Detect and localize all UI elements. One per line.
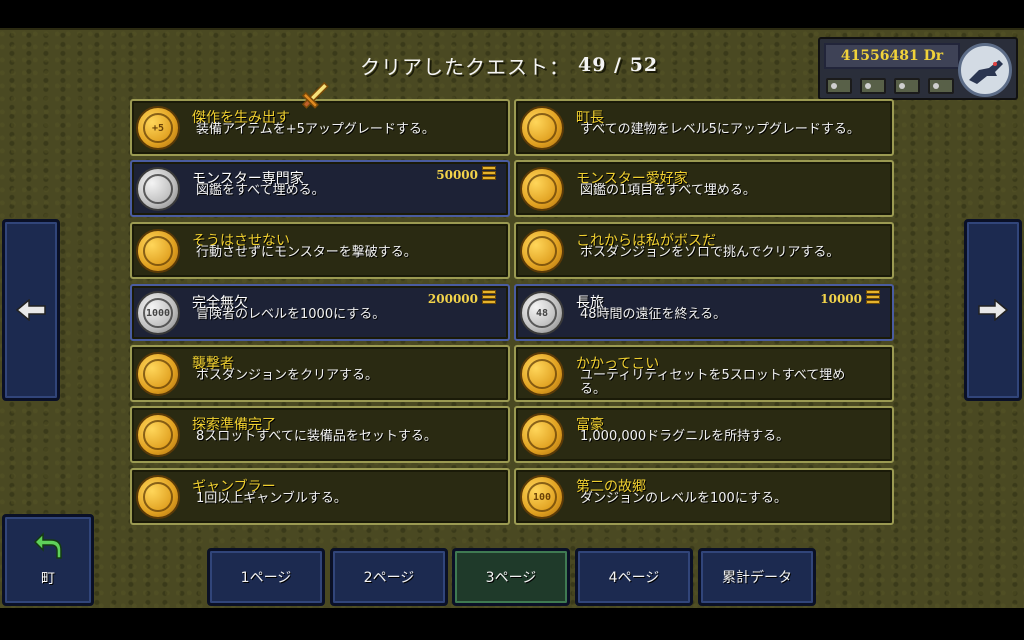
- arrow-left-icon: [15, 299, 46, 321]
- medal-label: [527, 420, 557, 450]
- medal-icon: [520, 229, 564, 273]
- quest-description: 8スロットすべてに装備品をセットする。: [196, 429, 437, 444]
- quest-card[interactable]: 探索準備完了 8スロットすべてに装備品をセットする。: [130, 406, 510, 463]
- gauge-icon: [928, 78, 954, 94]
- quest-description: 1回以上ギャンブルする。: [196, 491, 347, 506]
- money-gauges: [826, 75, 962, 97]
- tab-page-1[interactable]: 1ページ: [207, 548, 325, 606]
- medal-icon: [520, 106, 564, 150]
- quest-card[interactable]: 1000 完全無欠 冒険者のレベルを1000にする。 200000: [130, 284, 510, 341]
- tab-page-4[interactable]: 4ページ: [575, 548, 693, 606]
- medal-icon: [136, 229, 180, 273]
- money-display: 41556481 Dr: [818, 37, 1018, 100]
- medal-label: [143, 482, 173, 512]
- medal-label: [527, 113, 557, 143]
- town-button[interactable]: 町: [2, 514, 94, 606]
- tab-total-data[interactable]: 累計データ: [698, 548, 816, 606]
- quest-card[interactable]: モンスター専門家 図鑑をすべて埋める。 50000: [130, 160, 510, 217]
- quest-description: ボスダンジョンをソロで挑んでクリアする。: [580, 245, 840, 260]
- quest-description: ユーティリティセットを5スロットすべて埋める。: [580, 368, 846, 397]
- medal-label: [527, 236, 557, 266]
- medal-icon: [136, 167, 180, 211]
- quest-card[interactable]: これからは私がボスだ ボスダンジョンをソロで挑んでクリアする。: [514, 222, 894, 279]
- quest-card[interactable]: ギャンブラー 1回以上ギャンブルする。: [130, 468, 510, 525]
- money-amount: 41556481 Dr: [824, 43, 960, 69]
- medal-icon: [136, 475, 180, 519]
- tab-label: 累計データ: [722, 570, 792, 586]
- medal-icon: [136, 352, 180, 396]
- tab-page-2[interactable]: 2ページ: [330, 548, 448, 606]
- quest-card[interactable]: 48 長旅 48時間の遠征を終える。 10000: [514, 284, 894, 341]
- quest-card[interactable]: 富豪 1,000,000ドラグニルを所持する。: [514, 406, 894, 463]
- arrow-right-icon: [978, 299, 1009, 321]
- title-label: クリアしたクエスト：: [360, 54, 570, 79]
- quest-description: 図鑑をすべて埋める。: [196, 183, 325, 198]
- quest-description: 冒険者のレベルを1000にする。: [196, 307, 386, 322]
- tab-label: 4ページ: [608, 570, 660, 586]
- medal-icon: 1000: [136, 291, 180, 335]
- quest-card[interactable]: 襲撃者 ボスダンジョンをクリアする。: [130, 345, 510, 402]
- medal-icon: [136, 413, 180, 457]
- medal-icon: [520, 413, 564, 457]
- quest-description: 行動させずにモンスターを撃破する。: [196, 245, 417, 260]
- quest-description: すべての建物をレベル5にアップグレードする。: [580, 122, 860, 137]
- quest-description: 図鑑の1項目をすべて埋める。: [580, 183, 756, 198]
- medal-icon: +5: [136, 106, 180, 150]
- return-arrow-icon: [33, 532, 62, 559]
- tab-label: 3ページ: [485, 570, 537, 586]
- quest-card[interactable]: そうはさせない 行動させずにモンスターを撃破する。: [130, 222, 510, 279]
- medal-label: [527, 359, 557, 389]
- medal-label: 1000: [143, 298, 173, 328]
- quest-progress: 49 / 52: [578, 54, 659, 76]
- quest-reward: 10000: [820, 290, 880, 308]
- reward-amount: 10000: [820, 292, 862, 306]
- reward-amount: 50000: [436, 168, 478, 182]
- medal-label: [143, 420, 173, 450]
- reward-amount: 200000: [427, 292, 478, 306]
- quest-description: ボスダンジョンをクリアする。: [196, 368, 379, 383]
- gauge-icon: [894, 78, 920, 94]
- quest-description: 48時間の遠征を終える。: [580, 307, 727, 322]
- quest-card[interactable]: 町長 すべての建物をレベル5にアップグレードする。: [514, 99, 894, 156]
- medal-icon: [520, 352, 564, 396]
- quest-description: 装備アイテムを+5アップグレードする。: [196, 122, 435, 137]
- quest-description: 1,000,000ドラグニルを所持する。: [580, 429, 790, 444]
- medal-icon: 48: [520, 291, 564, 335]
- gauge-icon: [826, 78, 852, 94]
- gold-stack-icon: [866, 290, 880, 308]
- tab-label: 1ページ: [240, 570, 292, 586]
- medal-icon: 100: [520, 475, 564, 519]
- medal-label: [527, 174, 557, 204]
- page-title: クリアしたクエスト： 49 / 52: [360, 50, 658, 80]
- gauge-icon: [860, 78, 886, 94]
- medal-label: +5: [143, 113, 173, 143]
- quest-card[interactable]: かかってこい ユーティリティセットを5スロットすべて埋める。: [514, 345, 894, 402]
- quest-card[interactable]: モンスター愛好家 図鑑の1項目をすべて埋める。: [514, 160, 894, 217]
- medal-label: [143, 236, 173, 266]
- medal-label: 48: [527, 298, 557, 328]
- quest-reward: 200000: [428, 290, 496, 308]
- quest-description: ダンジョンのレベルを100にする。: [580, 491, 787, 506]
- top-frame: [0, 0, 1024, 28]
- gold-stack-icon: [482, 290, 496, 308]
- medal-label: [143, 359, 173, 389]
- medal-label: 100: [527, 482, 557, 512]
- quest-reward: 50000: [436, 166, 496, 184]
- gold-stack-icon: [482, 166, 496, 184]
- prev-page-button[interactable]: [2, 219, 60, 401]
- town-label: 町: [41, 571, 55, 587]
- next-page-button[interactable]: [964, 219, 1022, 401]
- quest-card[interactable]: 100 第二の故郷 ダンジョンのレベルを100にする。: [514, 468, 894, 525]
- tab-page-3[interactable]: 3ページ: [452, 548, 570, 606]
- tab-label: 2ページ: [363, 570, 415, 586]
- dragon-icon: [958, 43, 1012, 97]
- medal-icon: [520, 167, 564, 211]
- bottom-frame: [0, 608, 1024, 640]
- medal-label: [143, 174, 173, 204]
